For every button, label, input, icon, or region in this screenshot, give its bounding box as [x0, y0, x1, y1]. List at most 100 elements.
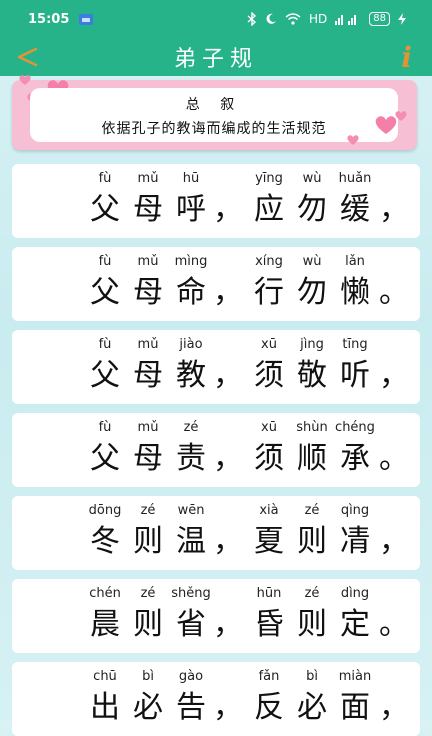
hanzi-character[interactable]: 勿: [290, 271, 334, 315]
verse-card[interactable]: dōng zé wēn xià zé qìng 冬则温夏则凊，，: [12, 496, 420, 570]
hanzi-character[interactable]: 命: [169, 271, 213, 315]
punctuation: ，: [213, 524, 243, 559]
punctuation: ，: [213, 358, 243, 393]
pinyin: zé: [183, 420, 199, 435]
hanzi-character[interactable]: 晨: [83, 603, 127, 647]
hanzi-character[interactable]: 则: [126, 603, 170, 647]
back-button[interactable]: [16, 38, 44, 76]
pinyin-row: fù mǔ jiào xū jìng tīng: [12, 337, 420, 355]
hanzi-character[interactable]: 顺: [290, 437, 334, 481]
pinyin: tīng: [342, 337, 368, 352]
hanzi-character[interactable]: 温: [169, 520, 213, 564]
punctuation: ，: [379, 524, 409, 559]
hanzi-character[interactable]: 责: [169, 437, 213, 481]
hanzi-character[interactable]: 省: [169, 603, 213, 647]
hanzi-character[interactable]: 母: [126, 271, 170, 315]
hanzi-character[interactable]: 则: [290, 603, 334, 647]
hanzi-character[interactable]: 呼: [169, 188, 213, 232]
pinyin-row: chū bì gào fǎn bì miàn: [12, 669, 420, 687]
pinyin: miàn: [338, 669, 372, 684]
hanzi-character[interactable]: 出: [83, 686, 127, 730]
pinyin: shěng: [171, 586, 211, 601]
hanzi-character[interactable]: 昏: [247, 603, 291, 647]
heart-icon: [347, 135, 359, 145]
hanzi-character[interactable]: 应: [247, 188, 291, 232]
punctuation: ，: [379, 192, 409, 227]
heart-icon: [19, 75, 31, 85]
moon-icon: [266, 13, 276, 24]
hanzi-character[interactable]: 承: [333, 437, 377, 481]
intro-title: 总 叙: [185, 97, 243, 113]
hanzi-character[interactable]: 父: [83, 354, 127, 398]
verse-card[interactable]: fù mǔ mìng xíng wù lǎn 父母命行勿懒 ， 。: [12, 247, 420, 321]
pinyin: jiào: [179, 337, 203, 352]
hanzi-character[interactable]: 懒: [333, 271, 377, 315]
hanzi-character[interactable]: 勿: [290, 188, 334, 232]
hanzi-character[interactable]: 面: [333, 686, 377, 730]
hanzi-character[interactable]: 须: [247, 437, 291, 481]
charging-icon: [398, 13, 406, 25]
hanzi-character[interactable]: 听: [333, 354, 377, 398]
pinyin: hū: [182, 171, 200, 186]
hanzi-character[interactable]: 母: [126, 354, 170, 398]
info-button[interactable]: i: [401, 38, 412, 76]
wifi-icon: [285, 13, 301, 25]
punctuation: ，: [213, 275, 243, 310]
hanzi-row: 父母教须敬听，，: [12, 354, 420, 398]
hanzi-character[interactable]: 教: [169, 354, 213, 398]
hanzi-character[interactable]: 父: [83, 188, 127, 232]
verse-card[interactable]: chén zé shěng hūn zé dìng 晨则省昏则定，。: [12, 579, 420, 653]
hanzi-row: 父母责须顺承 ， 。: [12, 437, 420, 481]
pinyin: chéng: [335, 420, 375, 435]
heart-icon: [395, 111, 407, 121]
hanzi-character[interactable]: 定: [333, 603, 377, 647]
hanzi-row: 父母命行勿懒 ， 。: [12, 271, 420, 315]
pinyin: qìng: [340, 503, 370, 518]
hanzi-row: 父母呼应勿缓，，: [12, 188, 420, 232]
pinyin: lǎn: [345, 254, 365, 269]
verse-card[interactable]: fù mǔ jiào xū jìng tīng 父母教须敬听，，: [12, 330, 420, 404]
hanzi-character[interactable]: 行: [247, 271, 291, 315]
punctuation: ，: [379, 690, 409, 725]
battery-level: 88: [369, 12, 390, 26]
pinyin-row: fù mǔ mìng xíng wù lǎn: [12, 254, 420, 272]
pinyin-row: fù mǔ zé xū shùn chéng: [12, 420, 420, 438]
intro-banner: 总 叙 依据孔子的教诲而编成的生活规范: [12, 75, 417, 150]
punctuation: ，: [379, 358, 409, 393]
hanzi-character[interactable]: 夏: [247, 520, 291, 564]
network-label: HD: [309, 12, 328, 26]
hanzi-row: 晨则省昏则定，。: [12, 603, 420, 647]
verse-card[interactable]: chū bì gào fǎn bì miàn 出必告反必面，，: [12, 662, 420, 736]
hanzi-character[interactable]: 则: [126, 520, 170, 564]
pinyin: huǎn: [338, 171, 372, 186]
verse-card[interactable]: fù mǔ hū yīng wù huǎn 父母呼应勿缓，，: [12, 164, 420, 238]
hanzi-character[interactable]: 则: [290, 520, 334, 564]
hanzi-character[interactable]: 必: [126, 686, 170, 730]
punctuation: ，: [213, 192, 243, 227]
page-title: 弟子规: [173, 47, 258, 72]
hanzi-character[interactable]: 母: [126, 437, 170, 481]
punctuation: 。: [379, 275, 409, 310]
verse-card[interactable]: fù mǔ zé xū shùn chéng 父母责须顺承 ， 。: [12, 413, 420, 487]
hanzi-character[interactable]: 须: [247, 354, 291, 398]
pinyin-row: fù mǔ hū yīng wù huǎn: [12, 171, 420, 189]
punctuation: ，: [213, 441, 243, 476]
hanzi-character[interactable]: 父: [83, 271, 127, 315]
signal-icon: [335, 15, 357, 25]
intro-card: 总 叙 依据孔子的教诲而编成的生活规范: [30, 88, 398, 142]
pinyin: wēn: [177, 503, 205, 518]
hanzi-character[interactable]: 必: [290, 686, 334, 730]
hanzi-character[interactable]: 反: [247, 686, 291, 730]
hanzi-character[interactable]: 冬: [83, 520, 127, 564]
punctuation: 。: [379, 441, 409, 476]
status-time: 15:05: [28, 11, 70, 27]
hanzi-row: 出必告反必面，，: [12, 686, 420, 730]
hanzi-character[interactable]: 敬: [290, 354, 334, 398]
hanzi-character[interactable]: 告: [169, 686, 213, 730]
punctuation: 。: [379, 607, 409, 642]
hanzi-character[interactable]: 凊: [333, 520, 377, 564]
hanzi-character[interactable]: 父: [83, 437, 127, 481]
punctuation: ，: [213, 607, 243, 642]
hanzi-character[interactable]: 缓: [333, 188, 377, 232]
hanzi-character[interactable]: 母: [126, 188, 170, 232]
